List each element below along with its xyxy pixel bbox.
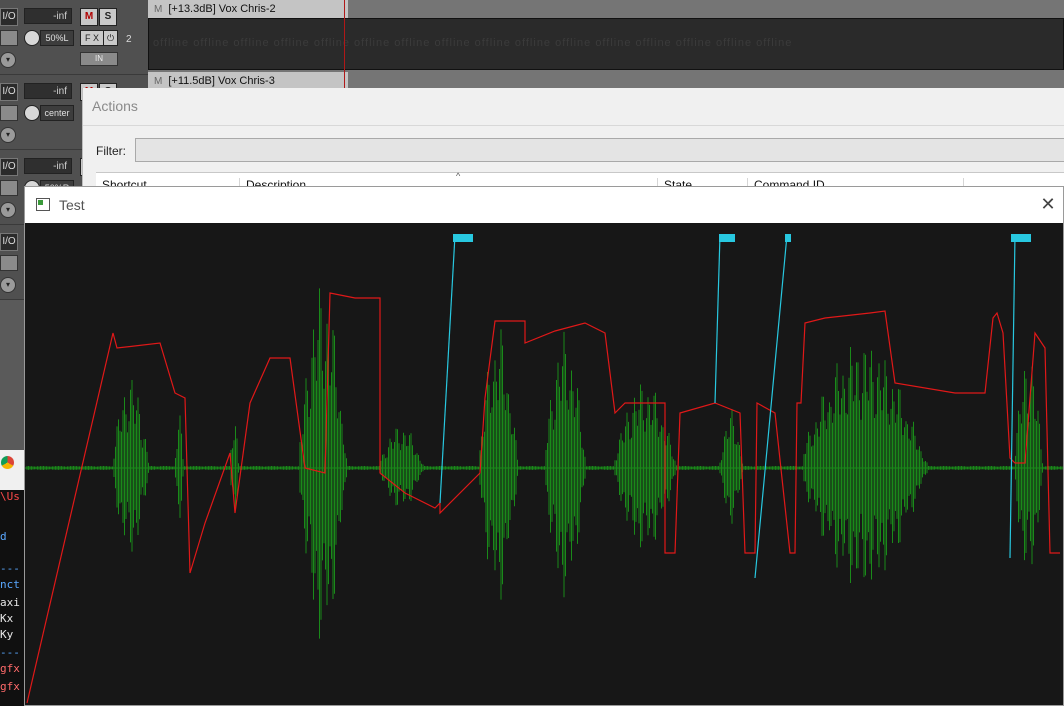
item-label-row: M [+11.5dB] Vox Chris-3	[154, 74, 275, 88]
test-window-title: Test	[59, 197, 85, 213]
media-item-label: [+11.5dB] Vox Chris-3	[168, 75, 275, 87]
pitch-segment	[1009, 234, 1016, 559]
input-button[interactable]: IN	[80, 52, 118, 66]
track-panel-1[interactable]: I/O -inf M S 50%L F X ⏻ ▾ IN 2	[0, 0, 148, 75]
volume-readout[interactable]: -inf	[24, 8, 72, 24]
play-cursor	[344, 0, 345, 90]
offline-text: offline offline offline offline offline …	[153, 37, 793, 49]
console-line: ---	[0, 562, 20, 575]
volume-readout[interactable]: -inf	[24, 158, 72, 174]
actions-window: Actions Filter: Shortcut Description Sta…	[82, 88, 1064, 199]
record-arm-button[interactable]	[0, 30, 18, 46]
sort-ascending-icon: ^	[456, 171, 461, 181]
media-item-body[interactable]: offline offline offline offline offline …	[148, 18, 1064, 70]
pitch-marker	[1011, 234, 1031, 242]
console-line: ---	[0, 646, 20, 659]
close-icon[interactable]: ✕	[1037, 193, 1059, 215]
pitch-segment	[439, 234, 456, 504]
item-mute-tag: M	[154, 4, 163, 15]
console-line: gfx	[0, 680, 20, 693]
pitch-marker	[453, 234, 473, 242]
console-line: \Us	[0, 490, 20, 503]
media-item-label: [+13.3dB] Vox Chris-2	[168, 3, 276, 15]
test-window: Test ✕	[24, 186, 1064, 706]
record-arm-button[interactable]	[0, 255, 18, 271]
console-line: d	[0, 530, 7, 543]
item-label-row: M [+13.3dB] Vox Chris-2	[154, 2, 276, 16]
media-item-header[interactable]: M [+13.3dB] Vox Chris-2	[148, 0, 348, 18]
console-line: Kx	[0, 612, 14, 625]
browser-icon[interactable]	[0, 455, 15, 470]
fx-button[interactable]: F X	[80, 30, 104, 46]
pitch-marker	[719, 234, 735, 242]
console-line: Ky	[0, 628, 14, 641]
io-button[interactable]: I/O	[0, 83, 18, 101]
filter-label: Filter:	[96, 144, 126, 158]
item-mute-tag: M	[154, 76, 163, 87]
gfx-canvas[interactable]	[25, 223, 1063, 705]
pan-readout[interactable]: center	[40, 105, 74, 121]
console-line: gfx	[0, 662, 20, 675]
arrange-view[interactable]: M [+13.3dB] Vox Chris-2 offline offline o…	[148, 0, 1064, 90]
pan-readout[interactable]: 50%L	[40, 30, 74, 46]
track-number: 2	[126, 34, 132, 45]
pan-knob[interactable]	[24, 105, 40, 121]
solo-button[interactable]: S	[99, 8, 117, 26]
record-arm-button[interactable]	[0, 105, 18, 121]
pitch-line	[439, 234, 1031, 579]
console-line: nct	[0, 578, 20, 591]
envelope-button[interactable]: ▾	[0, 127, 16, 143]
console-line: axi	[0, 596, 20, 609]
volume-readout[interactable]: -inf	[24, 83, 72, 99]
waveform	[25, 288, 1063, 639]
io-button[interactable]: I/O	[0, 158, 18, 176]
envelope-button[interactable]: ▾	[0, 52, 16, 68]
envelope-button[interactable]: ▾	[0, 277, 16, 293]
pan-knob[interactable]	[24, 30, 40, 46]
pitch-marker	[785, 234, 791, 242]
pitch-segment	[754, 234, 788, 579]
mute-button[interactable]: M	[80, 8, 98, 26]
actions-window-title: Actions	[92, 98, 138, 114]
pitch-segment	[714, 234, 721, 404]
record-arm-button[interactable]	[0, 180, 18, 196]
waveform-trace	[26, 288, 1063, 639]
fx-bypass-icon[interactable]: ⏻	[103, 30, 118, 46]
filter-input[interactable]	[135, 138, 1064, 162]
window-app-icon	[36, 198, 50, 211]
title-separator	[83, 125, 1064, 126]
envelope-button[interactable]: ▾	[0, 202, 16, 218]
io-button[interactable]: I/O	[0, 233, 18, 251]
io-button[interactable]: I/O	[0, 8, 18, 26]
